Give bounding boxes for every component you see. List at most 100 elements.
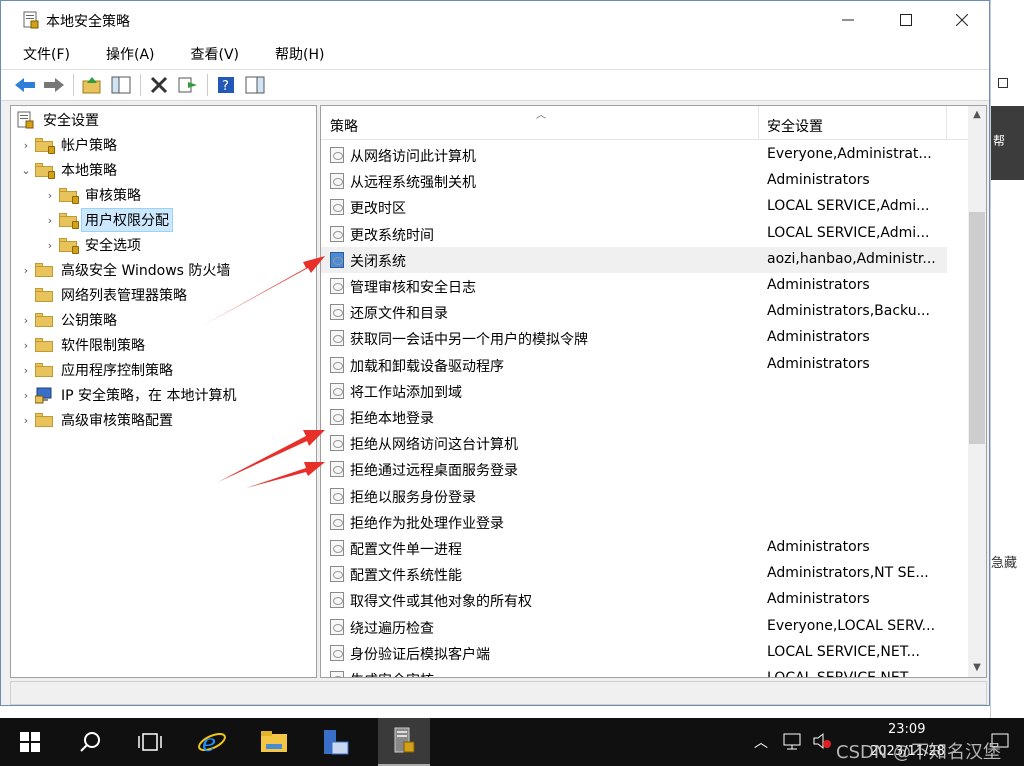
chevron-right-icon[interactable]: › — [17, 264, 35, 277]
chevron-right-icon[interactable]: › — [17, 414, 35, 427]
menu-bar: 文件(F) 操作(A) 查看(V) 帮助(H) — [1, 39, 989, 69]
folder-lock-icon — [35, 138, 55, 154]
policy-row[interactable]: 从远程系统强制关机 Administrators — [321, 168, 947, 194]
column-header-policy[interactable]: 策略 — [330, 116, 358, 136]
toolbar-separator — [73, 74, 74, 96]
close-button[interactable] — [933, 1, 991, 39]
policy-row[interactable]: 更改时区 LOCAL SERVICE,Admi... — [321, 194, 947, 220]
policy-row[interactable]: 取得文件或其他对象的所有权 Administrators — [321, 587, 947, 613]
up-level-button[interactable] — [80, 73, 104, 97]
show-hide-tree-button[interactable] — [109, 73, 133, 97]
tree-item-label: 安全设置 — [43, 113, 99, 129]
chevron-right-icon[interactable]: › — [41, 214, 59, 227]
taskbar-local-security-policy[interactable] — [378, 718, 430, 766]
policy-row[interactable]: 还原文件和目录 Administrators,Backu... — [321, 299, 947, 325]
policy-row[interactable]: 管理审核和安全日志 Administrators — [321, 273, 947, 299]
policy-row[interactable]: 拒绝作为批处理作业登录 — [321, 509, 947, 535]
policy-row[interactable]: 更改系统时间 LOCAL SERVICE,Admi... — [321, 221, 947, 247]
chevron-right-icon[interactable]: › — [17, 364, 35, 377]
tree-item-local-policies[interactable]: ⌄ 本地策略 — [17, 158, 117, 182]
tree-item-security-options[interactable]: › 安全选项 — [41, 233, 141, 257]
policy-row[interactable]: 生成安全审核 LOCAL SERVICE,NET... — [321, 666, 947, 677]
status-bar — [10, 681, 987, 705]
server-manager-icon — [324, 730, 349, 755]
policy-list[interactable]: ︿ 策略 安全设置 从网络访问此计算机 Everyone,Administrat.… — [320, 105, 987, 678]
tree-item-account-policies[interactable]: › 帐户策略 — [17, 133, 117, 157]
policy-icon — [330, 330, 344, 347]
console-tree[interactable]: 安全设置 › 帐户策略 ⌄ 本地策略 › 审核策略 › 用户权限分配 › 安全选… — [10, 105, 317, 678]
tree-item-security-settings[interactable]: 安全设置 — [17, 108, 99, 132]
back-button[interactable] — [13, 73, 37, 97]
policy-setting: Administrators — [767, 277, 870, 293]
policy-row[interactable]: 将工作站添加到域 — [321, 378, 947, 404]
tree-item-software-restriction[interactable]: › 软件限制策略 — [17, 333, 145, 357]
background-checkbox — [998, 78, 1008, 88]
policy-row[interactable]: 身份验证后模拟客户端 LOCAL SERVICE,NET... — [321, 640, 947, 666]
policy-row[interactable]: 拒绝从网络访问这台计算机 — [321, 430, 947, 456]
scroll-up-icon[interactable]: ▲ — [968, 106, 986, 124]
clock-time[interactable]: 23:09 — [888, 722, 925, 737]
menu-action[interactable]: 操作(A) — [98, 42, 163, 66]
column-divider[interactable] — [758, 106, 759, 140]
search-button[interactable] — [66, 718, 114, 766]
column-divider[interactable] — [946, 106, 947, 140]
scrollbar-thumb[interactable] — [969, 212, 985, 444]
policy-row[interactable]: 配置文件系统性能 Administrators,NT SE... — [321, 561, 947, 587]
policy-icon — [330, 382, 344, 399]
network-icon[interactable] — [782, 732, 802, 750]
chevron-right-icon[interactable]: › — [17, 314, 35, 327]
show-hidden-icons-icon[interactable]: ︿ — [754, 732, 768, 752]
menu-file[interactable]: 文件(F) — [15, 42, 78, 66]
svg-text:?: ? — [222, 79, 229, 94]
tree-item-user-rights-assignment[interactable]: › 用户权限分配 — [41, 208, 173, 232]
menu-view[interactable]: 查看(V) — [183, 42, 248, 66]
chevron-right-icon[interactable]: › — [17, 139, 35, 152]
menu-help[interactable]: 帮助(H) — [267, 42, 332, 66]
policy-row[interactable]: 配置文件单一进程 Administrators — [321, 535, 947, 561]
export-list-button[interactable] — [176, 73, 200, 97]
minimize-button[interactable] — [819, 1, 877, 39]
forward-button[interactable] — [42, 73, 66, 97]
policy-icon — [330, 435, 344, 452]
column-header-security-setting[interactable]: 安全设置 — [767, 116, 823, 136]
scroll-down-icon[interactable]: ▼ — [968, 659, 986, 677]
taskbar-server-manager[interactable] — [312, 718, 360, 766]
policy-row[interactable]: 获取同一会话中另一个用户的模拟令牌 Administrators — [321, 325, 947, 351]
help-button[interactable]: ? — [214, 73, 238, 97]
tree-item-app-control[interactable]: › 应用程序控制策略 — [17, 358, 173, 382]
chevron-down-icon[interactable]: ⌄ — [17, 164, 35, 177]
policy-name: 绕过遍历检查 — [350, 620, 434, 637]
chevron-right-icon[interactable]: › — [17, 389, 35, 402]
tree-item-windows-firewall[interactable]: › 高级安全 Windows 防火墙 — [17, 258, 230, 282]
tree-item-audit-policy[interactable]: › 审核策略 — [41, 183, 141, 207]
policy-row[interactable]: 加载和卸载设备驱动程序 Administrators — [321, 352, 947, 378]
policy-name: 加载和卸载设备驱动程序 — [350, 358, 504, 375]
toolbar: ? — [1, 69, 989, 101]
vertical-scrollbar[interactable]: ▲ ▼ — [968, 106, 986, 677]
chevron-right-icon[interactable]: › — [41, 189, 59, 202]
tree-item-network-list-manager[interactable]: 网络列表管理器策略 — [17, 283, 187, 307]
chevron-right-icon[interactable]: › — [41, 239, 59, 252]
policy-row[interactable]: 绕过遍历检查 Everyone,LOCAL SERV... — [321, 614, 947, 640]
maximize-button[interactable] — [877, 1, 935, 39]
policy-row[interactable]: 从网络访问此计算机 Everyone,Administrat... — [321, 142, 947, 168]
action-pane-button[interactable] — [243, 73, 267, 97]
policy-row[interactable]: 关闭系统 aozi,hanbao,Administr... — [321, 246, 947, 273]
ip-security-icon — [35, 387, 52, 404]
taskbar-file-explorer[interactable] — [250, 718, 298, 766]
tree-item-public-key-policies[interactable]: › 公钥策略 — [17, 308, 117, 332]
title-bar[interactable]: 本地安全策略 — [1, 1, 989, 39]
policy-row[interactable]: 拒绝本地登录 — [321, 404, 947, 430]
task-view-button[interactable] — [126, 718, 174, 766]
tree-item-ip-security[interactable]: › IP 安全策略，在 本地计算机 — [17, 383, 236, 407]
volume-muted-icon[interactable] — [812, 732, 832, 750]
chevron-right-icon[interactable]: › — [17, 339, 35, 352]
delete-button[interactable] — [147, 73, 171, 97]
tree-item-advanced-audit[interactable]: › 高级审核策略配置 — [17, 408, 173, 432]
taskbar-internet-explorer[interactable]: e — [188, 718, 236, 766]
policy-row[interactable]: 拒绝以服务身份登录 — [321, 483, 947, 509]
policy-icon — [330, 618, 344, 635]
policy-row[interactable]: 拒绝通过远程桌面服务登录 — [321, 456, 947, 482]
start-button[interactable] — [6, 718, 54, 766]
policy-icon — [330, 461, 344, 478]
